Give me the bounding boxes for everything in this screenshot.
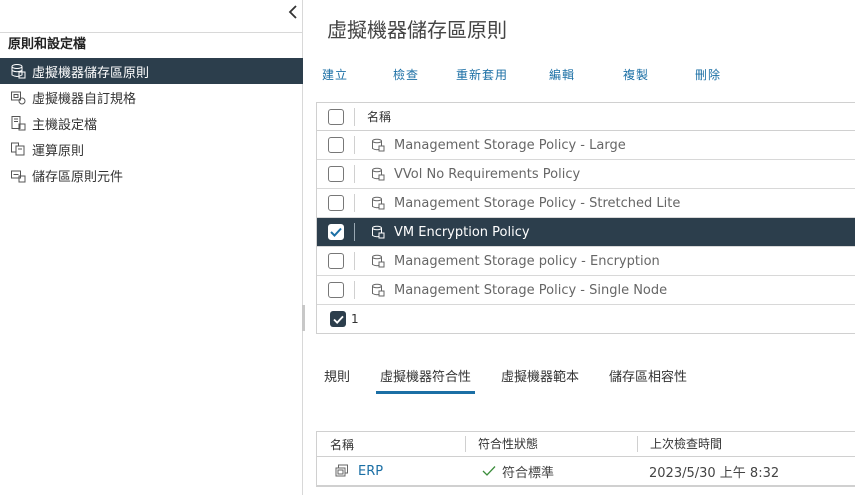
sidebar-item-label: 虛擬機器自訂規格	[32, 91, 137, 107]
policy-name: Management Storage Policy - Single Node	[394, 282, 668, 298]
storage-policy-icon	[371, 283, 385, 297]
toolbar: 建立 檢查 重新套用 編輯 複製 刪除	[322, 64, 737, 84]
sidebar-item-vm-storage-policies[interactable]: 虛擬機器儲存區原則	[0, 58, 303, 84]
sidebar-item-label: 儲存區原則元件	[32, 169, 124, 185]
main-panel: 虛擬機器儲存區原則 建立 檢查 重新套用 編輯 複製 刪除 名稱 Managem…	[304, 0, 855, 495]
row-checkbox[interactable]	[327, 137, 344, 153]
table-row[interactable]: Management Storage policy - Encryption	[317, 247, 855, 276]
column-header-compliance-status[interactable]: 符合性狀態	[465, 436, 637, 452]
policy-grid: 名稱 Management Storage Policy - Large VVo…	[316, 102, 855, 334]
sidebar-item-vm-customization[interactable]: 虛擬機器自訂規格	[0, 84, 303, 110]
column-header-last-checked[interactable]: 上次檢查時間	[637, 436, 722, 452]
policy-name: Management Storage policy - Encryption	[394, 253, 660, 269]
table-row[interactable]: Management Storage Policy - Single Node	[317, 276, 855, 305]
table-row: ERP 符合標準 2023/5/30 上午 8:32	[317, 457, 855, 485]
storage-policy-icon	[371, 138, 385, 152]
sidebar-item-host-profiles[interactable]: 主機設定檔	[0, 110, 303, 136]
vm-customization-icon	[10, 89, 26, 105]
select-all-checkbox[interactable]	[327, 108, 344, 125]
tab-rules[interactable]: 規則	[320, 368, 354, 394]
sidebar-item-storage-policy-components[interactable]: 儲存區原則元件	[0, 162, 303, 188]
host-profile-icon	[10, 115, 26, 131]
storage-policy-icon	[371, 225, 385, 239]
table-row[interactable]: Management Storage Policy - Large	[317, 131, 855, 160]
column-header-name[interactable]: 名稱	[317, 436, 465, 453]
storage-component-icon	[10, 167, 26, 183]
selected-count: 1	[351, 312, 359, 326]
sidebar-item-label: 主機設定檔	[32, 117, 98, 133]
compliance-status: 符合標準	[502, 465, 555, 481]
row-checkbox[interactable]	[327, 282, 344, 298]
reapply-button[interactable]: 重新套用	[443, 64, 533, 84]
compliance-grid: 名稱 符合性狀態 上次檢查時間 ERP 符合標準 2023/5/30 上午 8:…	[316, 431, 855, 487]
row-checkbox[interactable]	[327, 166, 344, 182]
policy-name: Management Storage Policy - Stretched Li…	[394, 195, 681, 211]
vm-name-link[interactable]: ERP	[358, 464, 383, 479]
policy-name: VM Encryption Policy	[394, 224, 530, 240]
storage-policy-icon	[371, 167, 385, 181]
tab-vm-compliance[interactable]: 虛擬機器符合性	[376, 368, 476, 394]
page-title: 虛擬機器儲存區原則	[327, 18, 507, 42]
check-icon	[482, 465, 496, 477]
compliance-grid-header: 名稱 符合性狀態 上次檢查時間	[317, 432, 855, 457]
sidebar-item-compute-policies[interactable]: 運算原則	[0, 136, 303, 162]
delete-button[interactable]: 刪除	[677, 64, 737, 84]
selected-count-checkbox[interactable]	[330, 311, 346, 327]
check-button[interactable]: 檢查	[381, 64, 443, 84]
detail-tabs: 規則 虛擬機器符合性 虛擬機器範本 儲存區相容性	[320, 368, 713, 394]
clone-button[interactable]: 複製	[605, 64, 677, 84]
policy-name: VVol No Requirements Policy	[394, 166, 581, 182]
storage-policy-icon	[371, 196, 385, 210]
compute-policy-icon	[10, 141, 26, 157]
sidebar: 原則和設定檔 虛擬機器儲存區原則 虛擬機器自訂規格 主機設定檔 運算原則 儲存區…	[0, 0, 303, 495]
storage-policy-icon	[371, 254, 385, 268]
last-checked-time: 2023/5/30 上午 8:32	[649, 465, 780, 481]
table-row-selected[interactable]: VM Encryption Policy	[317, 218, 855, 247]
row-checkbox[interactable]	[327, 253, 344, 269]
vm-icon	[335, 464, 349, 478]
sidebar-header: 原則和設定檔	[0, 32, 303, 57]
tab-vm-templates[interactable]: 虛擬機器範本	[497, 368, 583, 394]
sidebar-list: 虛擬機器儲存區原則 虛擬機器自訂規格 主機設定檔 運算原則 儲存區原則元件	[0, 58, 303, 188]
policy-name: Management Storage Policy - Large	[394, 137, 626, 153]
column-header-name[interactable]: 名稱	[355, 108, 391, 125]
row-checkbox[interactable]	[327, 224, 344, 240]
table-row[interactable]: Management Storage Policy - Stretched Li…	[317, 189, 855, 218]
create-button[interactable]: 建立	[322, 64, 381, 84]
tab-storage-compatibility[interactable]: 儲存區相容性	[605, 368, 691, 394]
storage-policy-icon	[10, 63, 26, 79]
grid-header: 名稱	[317, 103, 855, 131]
grid-footer: 1	[317, 305, 855, 333]
table-row[interactable]: VVol No Requirements Policy	[317, 160, 855, 189]
sidebar-item-label: 虛擬機器儲存區原則	[32, 65, 150, 81]
edit-button[interactable]: 編輯	[533, 64, 605, 84]
collapse-sidebar-icon[interactable]	[288, 5, 302, 21]
row-checkbox[interactable]	[327, 195, 344, 211]
sidebar-item-label: 運算原則	[32, 143, 85, 159]
